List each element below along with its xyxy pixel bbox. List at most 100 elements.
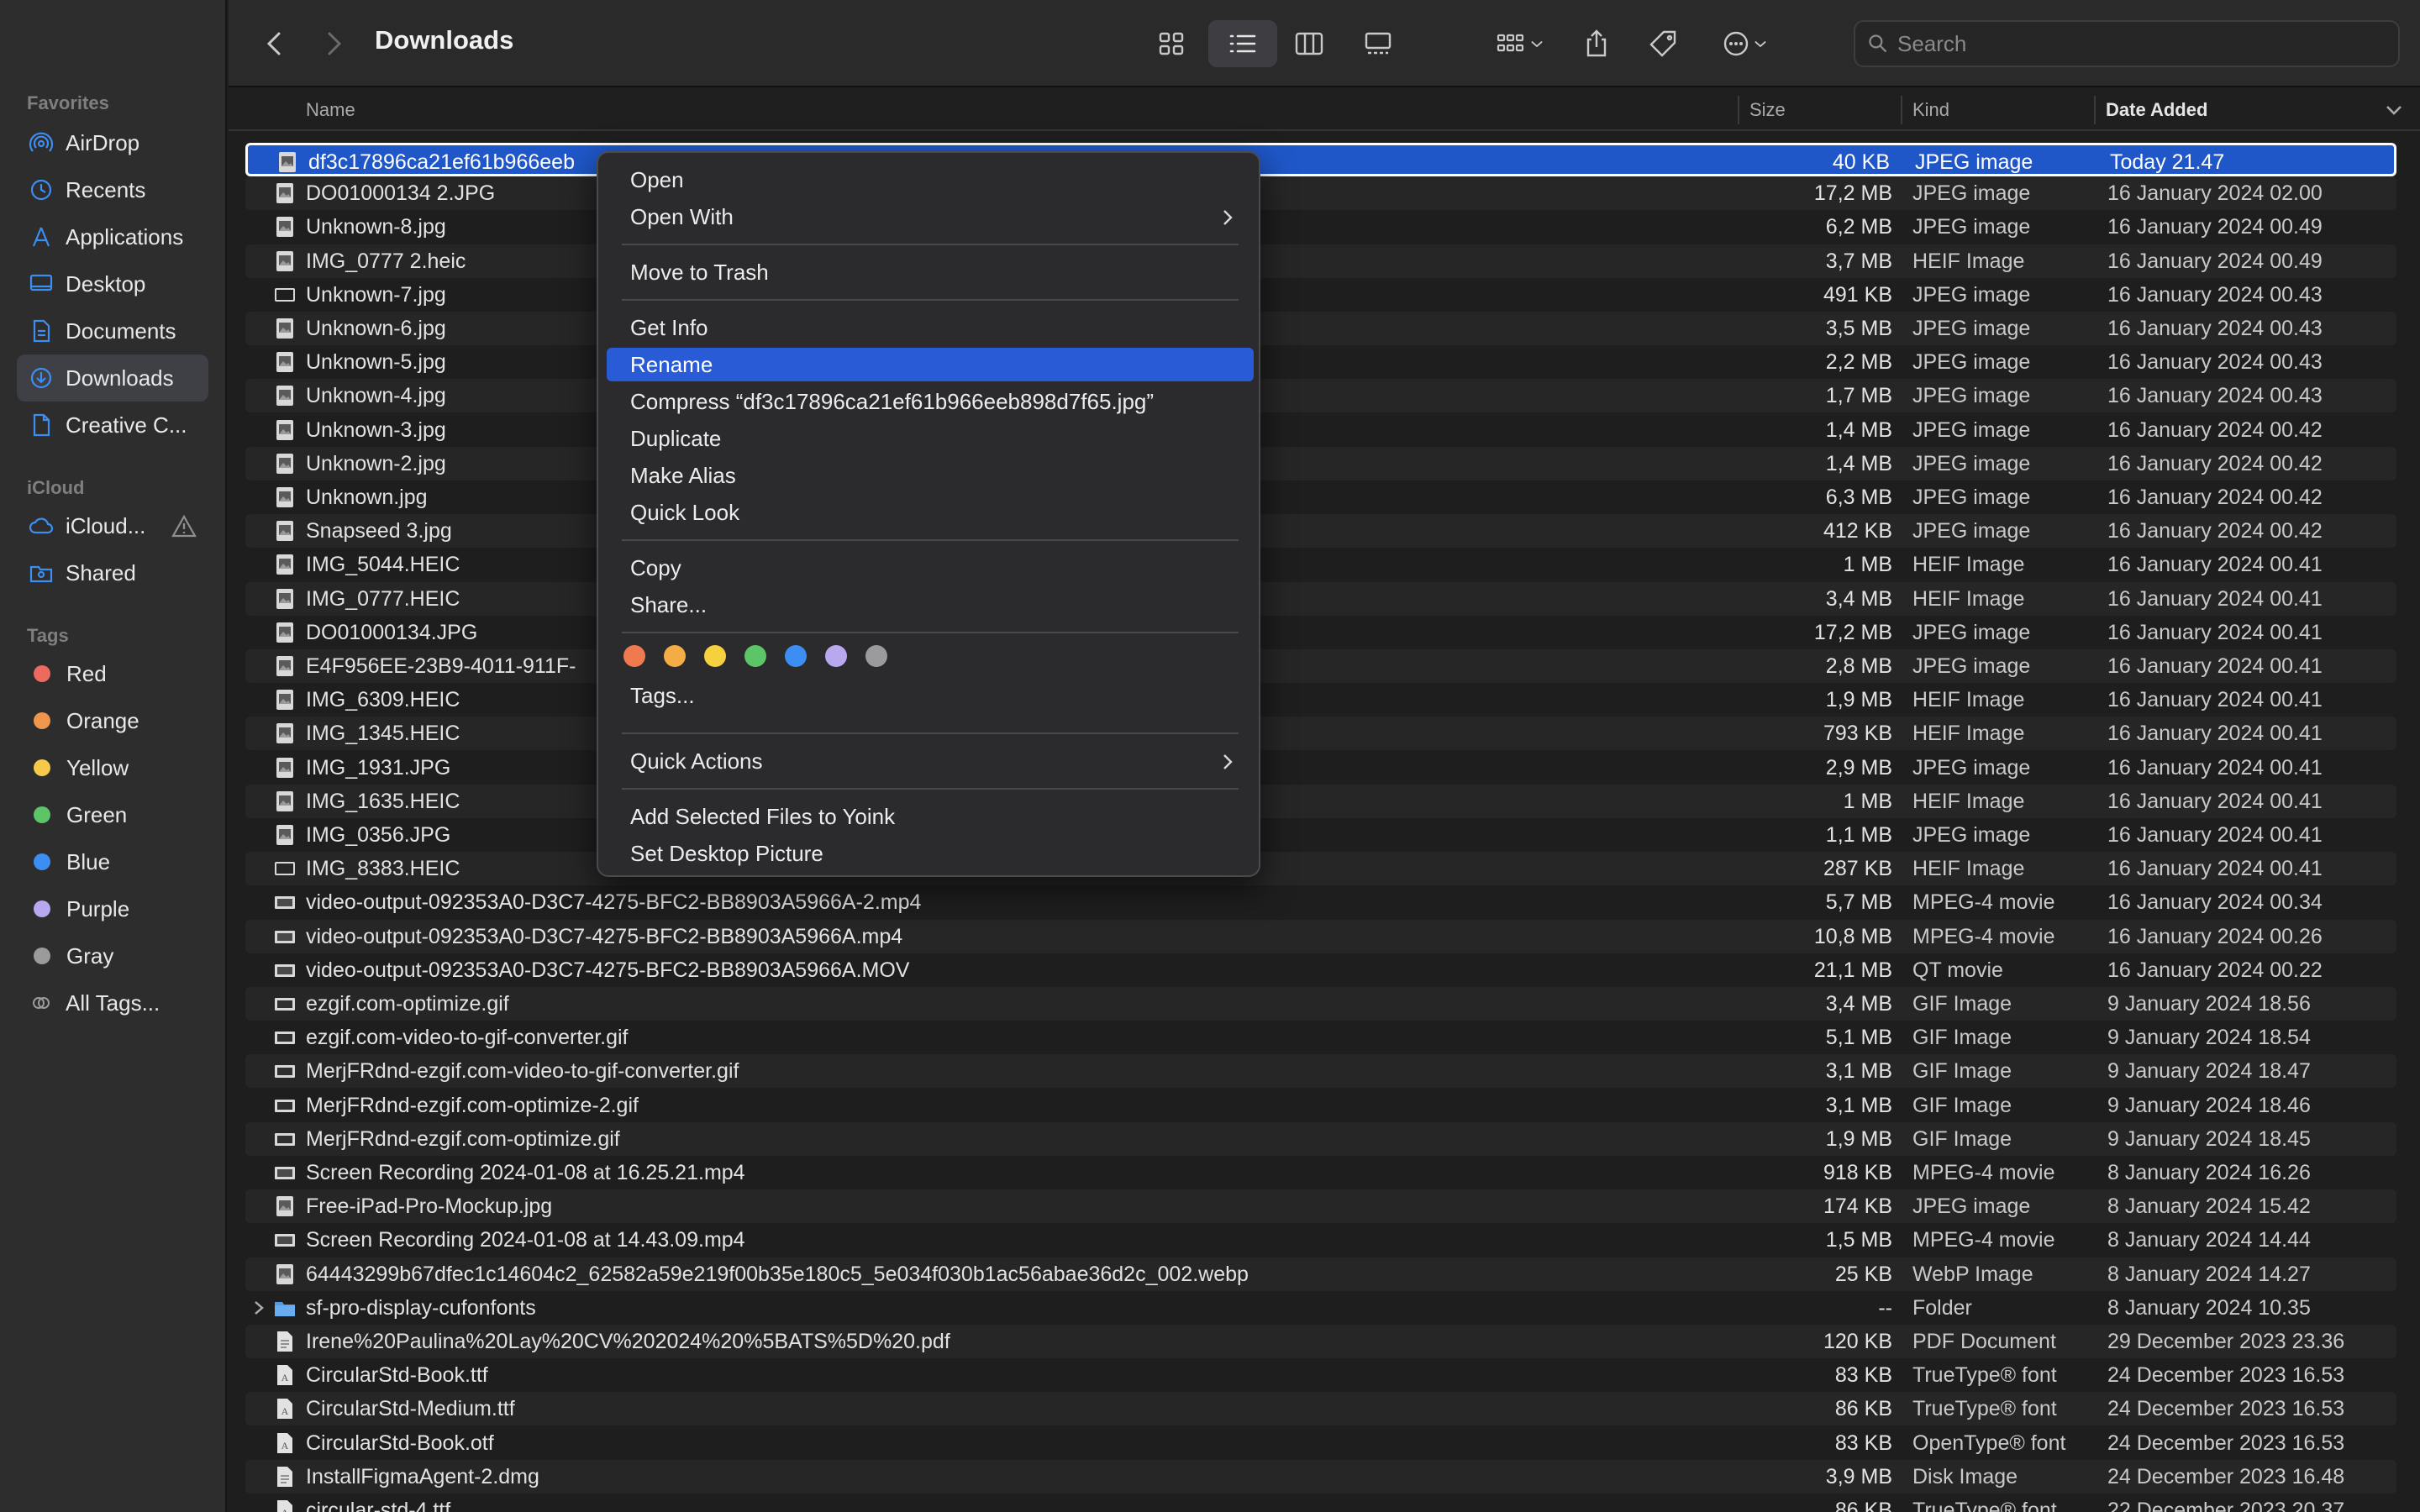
file-row[interactable]: Snapseed 3.jpg 412 KB JPEG image 16 January… (245, 514, 2396, 549)
file-row[interactable]: IMG_1345.HEIC 793 KB HEIF Image 16 January … (245, 717, 2396, 751)
file-row[interactable]: sf-pro-display-cufonfonts -- Folder 8 Janua… (245, 1291, 2396, 1325)
file-row[interactable]: Unknown-4.jpg 1,7 MB JPEG image 16 January … (245, 379, 2396, 413)
sidebar-tag-blue[interactable]: Blue (17, 838, 208, 885)
menu-item-open-with[interactable]: Open With (607, 200, 1254, 234)
file-row[interactable]: video-output-092353A0-D3C7-4275-BFC2-BB8… (245, 919, 2396, 953)
file-row[interactable]: A CircularStd-Medium.ttf 86 KB TrueType® fo… (245, 1392, 2396, 1426)
file-row[interactable]: IMG_0356.JPG 1,1 MB JPEG image 16 January 2… (245, 818, 2396, 852)
sidebar-tag-green[interactable]: Green (17, 791, 208, 838)
menu-item-set-desktop-picture[interactable]: Set Desktop Picture (607, 837, 1254, 870)
column-header-date-added[interactable]: Date Added (2106, 99, 2207, 121)
menu-item-add-to-yoink[interactable]: Add Selected Files to Yoink (607, 800, 1254, 833)
file-row[interactable]: E4F956EE-23B9-4011-911F- 2,8 MB JPEG image… (245, 649, 2396, 683)
tag-swatch-gray[interactable] (865, 645, 887, 667)
file-row[interactable]: Irene%20Paulina%20Lay%20CV%202024%20%5BA… (245, 1325, 2396, 1358)
file-row[interactable]: IMG_6309.HEIC 1,9 MB HEIF Image 16 January … (245, 683, 2396, 717)
menu-item-open[interactable]: Open (607, 163, 1254, 197)
tag-swatch-yellow[interactable] (704, 645, 726, 667)
file-row[interactable]: ezgif.com-video-to-gif-converter.gif 5,1 … (245, 1021, 2396, 1054)
menu-item-move-to-trash[interactable]: Move to Trash (607, 255, 1254, 289)
file-row[interactable]: Screen Recording 2024-01-08 at 16.25.21.… (245, 1156, 2396, 1189)
menu-item-make-alias[interactable]: Make Alias (607, 459, 1254, 492)
sidebar-tag-red[interactable]: Red (17, 650, 208, 697)
file-row[interactable]: Unknown.jpg 6,3 MB JPEG image 16 January 20… (245, 480, 2396, 514)
file-row[interactable]: IMG_0777.HEIC 3,4 MB HEIF Image 16 January … (245, 581, 2396, 616)
file-row[interactable]: Unknown-7.jpg 491 KB JPEG image 16 January … (245, 278, 2396, 312)
column-view-button[interactable] (1282, 20, 1336, 67)
file-row[interactable]: Unknown-3.jpg 1,4 MB JPEG image 16 January … (245, 413, 2396, 447)
menu-item-duplicate[interactable]: Duplicate (607, 422, 1254, 455)
list-view-button[interactable] (1208, 20, 1277, 67)
file-row[interactable]: MerjFRdnd-ezgif.com-optimize-2.gif 3,1 MB… (245, 1089, 2396, 1122)
sidebar-item-icloud-drive[interactable]: iCloud... (17, 502, 208, 549)
file-row[interactable]: video-output-092353A0-D3C7-4275-BFC2-BB8… (245, 953, 2396, 987)
search-input[interactable] (1897, 30, 2368, 57)
sidebar-item-desktop[interactable]: Desktop (17, 260, 208, 307)
tag-swatch-green[interactable] (744, 645, 766, 667)
file-row[interactable]: Unknown-2.jpg 1,4 MB JPEG image 16 January … (245, 446, 2396, 480)
file-row[interactable]: MerjFRdnd-ezgif.com-video-to-gif-convert… (245, 1054, 2396, 1089)
file-row-selected[interactable]: df3c17896ca21ef61b966eeb 40 KB JPEG image T… (245, 143, 2396, 176)
column-divider[interactable] (1738, 96, 1739, 124)
gallery-view-button[interactable] (1351, 20, 1405, 67)
share-button[interactable] (1573, 20, 1620, 67)
menu-item-quick-actions[interactable]: Quick Actions (607, 744, 1254, 778)
group-by-button[interactable] (1484, 20, 1556, 67)
column-header-kind[interactable]: Kind (1912, 99, 1949, 121)
back-button[interactable] (255, 20, 296, 67)
tag-swatch-orange[interactable] (664, 645, 686, 667)
file-row[interactable]: Screen Recording 2024-01-08 at 14.43.09.… (245, 1223, 2396, 1257)
sidebar-item-applications[interactable]: Applications (17, 213, 208, 260)
sidebar-tag-purple[interactable]: Purple (17, 885, 208, 932)
file-row[interactable]: DO01000134 2.JPG 17,2 MB JPEG image 16 Janu… (245, 176, 2396, 211)
tag-swatch-blue[interactable] (785, 645, 807, 667)
file-row[interactable]: A CircularStd-Book.ttf 83 KB TrueType® font… (245, 1358, 2396, 1392)
tag-swatch-red[interactable] (623, 645, 645, 667)
disclosure-triangle-icon[interactable] (250, 1298, 267, 1318)
column-divider[interactable] (2094, 96, 2096, 124)
file-row[interactable]: IMG_5044.HEIC 1 MB HEIF Image 16 January 20… (245, 548, 2396, 581)
menu-item-quick-look[interactable]: Quick Look (607, 496, 1254, 529)
sidebar-tag-yellow[interactable]: Yellow (17, 744, 208, 791)
file-row[interactable]: IMG_8383.HEIC 287 KB HEIF Image 16 January … (245, 852, 2396, 886)
file-row[interactable]: A CircularStd-Book.otf 83 KB OpenType® font… (245, 1426, 2396, 1460)
sort-descending-icon[interactable] (2385, 102, 2403, 118)
file-row[interactable]: Acircular-std-4.ttf 86 KB TrueType® font 22… (245, 1494, 2396, 1512)
tag-swatch-purple[interactable] (825, 645, 847, 667)
sidebar-item-creative-cloud[interactable]: Creative C... (17, 402, 208, 449)
file-row[interactable]: Unknown-6.jpg 3,5 MB JPEG image 16 January … (245, 312, 2396, 345)
column-header-name[interactable]: Name (306, 99, 355, 121)
sidebar-item-downloads[interactable]: Downloads (17, 354, 208, 402)
file-row[interactable]: video-output-092353A0-D3C7-4275-BFC2-BB8… (245, 885, 2396, 919)
file-row[interactable]: DO01000134.JPG 17,2 MB JPEG image 16 Januar… (245, 616, 2396, 649)
file-row[interactable]: IMG_1635.HEIC 1 MB HEIF Image 16 January 20… (245, 784, 2396, 818)
sidebar-item-shared[interactable]: Shared (17, 549, 208, 596)
icon-view-button[interactable] (1144, 20, 1198, 67)
column-divider[interactable] (1901, 96, 1902, 124)
menu-item-share[interactable]: Share... (607, 588, 1254, 622)
file-row[interactable]: ezgif.com-optimize.gif 3,4 MB GIF Image 9 J… (245, 987, 2396, 1021)
sidebar-tag-gray[interactable]: Gray (17, 932, 208, 979)
menu-item-get-info[interactable]: Get Info (607, 311, 1254, 344)
forward-button[interactable] (313, 20, 353, 67)
file-row[interactable]: InstallFigmaAgent-2.dmg 3,9 MB Disk Image 2… (245, 1459, 2396, 1494)
sidebar-item-documents[interactable]: Documents (17, 307, 208, 354)
file-row[interactable]: Unknown-5.jpg 2,2 MB JPEG image 16 January … (245, 345, 2396, 379)
file-row[interactable]: 64443299b67dfec1c14604c2_62582a59e219f00… (245, 1257, 2396, 1291)
sidebar-item-recents[interactable]: Recents (17, 166, 208, 213)
tags-button[interactable] (1640, 20, 1687, 67)
sidebar-all-tags[interactable]: All Tags... (17, 979, 208, 1026)
file-row[interactable]: Unknown-8.jpg 6,2 MB JPEG image 16 January … (245, 210, 2396, 244)
sidebar-item-airdrop[interactable]: AirDrop (17, 119, 208, 166)
file-row[interactable]: Free-iPad-Pro-Mockup.jpg 174 KB JPEG image… (245, 1189, 2396, 1224)
menu-item-copy[interactable]: Copy (607, 551, 1254, 585)
file-row[interactable]: IMG_1931.JPG 2,9 MB JPEG image 16 January 2… (245, 751, 2396, 785)
menu-item-compress[interactable]: Compress “df3c17896ca21ef61b966eeb898d7f… (607, 385, 1254, 418)
column-header-size[interactable]: Size (1749, 99, 1786, 121)
action-menu-button[interactable] (1707, 20, 1783, 67)
file-row[interactable]: MerjFRdnd-ezgif.com-optimize.gif 1,9 MB GI… (245, 1121, 2396, 1156)
menu-item-rename[interactable]: Rename (607, 348, 1254, 381)
file-row[interactable]: IMG_0777 2.heic 3,7 MB HEIF Image 16 Januar… (245, 244, 2396, 278)
menu-item-tags[interactable]: Tags... (607, 679, 1254, 712)
search-field[interactable] (1854, 20, 2400, 67)
